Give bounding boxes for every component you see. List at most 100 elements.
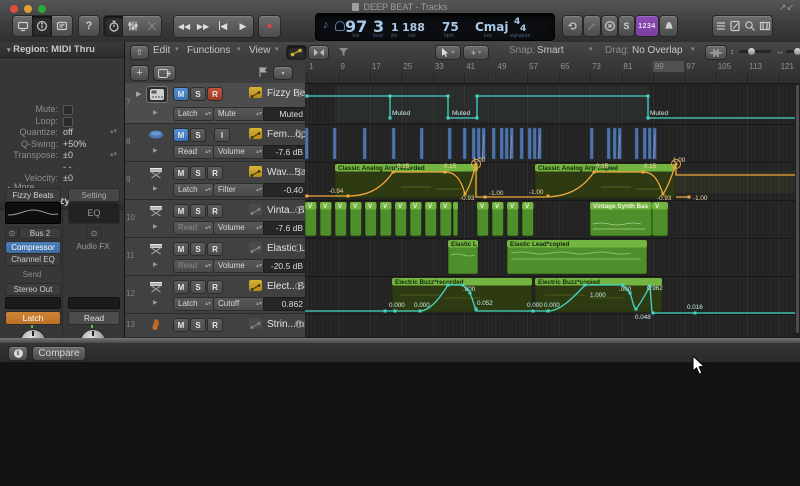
tools-button[interactable] <box>142 15 162 37</box>
drag-menu[interactable]: No Overlap <box>632 45 683 56</box>
audio-transient-bar[interactable] <box>362 127 367 160</box>
horizontal-zoom-thumb[interactable] <box>794 48 800 55</box>
automation-mode-dropdown[interactable]: Latch ▴▾ <box>173 107 214 121</box>
inspector-button[interactable] <box>32 15 53 37</box>
midi-region[interactable]: V <box>349 201 362 237</box>
automation-value[interactable]: 0.862 <box>263 297 307 311</box>
midi-region[interactable]: V <box>506 201 519 237</box>
audio-transient-bar[interactable] <box>606 127 611 160</box>
edit-menu[interactable]: Edit <box>153 45 170 56</box>
automation-lane-disclosure[interactable]: ▶ <box>153 185 158 192</box>
cycle-button[interactable] <box>562 15 583 37</box>
midi-region[interactable]: V <box>304 201 317 237</box>
automation-node[interactable] <box>592 170 596 174</box>
plugin-info-button[interactable]: i <box>8 346 28 361</box>
automation-value[interactable]: Muted <box>263 107 307 121</box>
command-click-tool-menu[interactable]: + ▾ <box>463 45 489 60</box>
replace-button[interactable] <box>601 15 618 37</box>
track-automation-icon[interactable] <box>249 318 262 329</box>
midi-region[interactable]: V <box>394 201 407 237</box>
automation-node[interactable] <box>446 116 450 120</box>
go-to-beginning-button[interactable]: ◀ <box>213 15 234 38</box>
track-header-fizzy-beats[interactable]: 7 ▶ M S R Fizzy Beats ▶ Latch ▴▾ Mute ▴▾ Muted <box>125 83 319 124</box>
record-button[interactable]: ● <box>258 15 281 38</box>
midi-region[interactable]: V <box>491 201 504 237</box>
automation-mode-dropdown[interactable]: Read ▴▾ <box>173 221 214 235</box>
track-header-options-button[interactable]: ▾ <box>273 66 293 80</box>
region-param-value[interactable]: - - <box>63 162 72 172</box>
library-button[interactable] <box>12 15 34 37</box>
automation-node[interactable] <box>383 309 387 313</box>
vertical-zoom-slider[interactable] <box>739 48 771 55</box>
midi-region[interactable] <box>452 201 459 237</box>
track-header-strin-mble[interactable]: 13 M S R Strin...mble <box>125 314 318 338</box>
group-slot-output[interactable] <box>68 297 120 309</box>
autopunch-button[interactable] <box>583 15 601 37</box>
mixer-button[interactable] <box>123 15 143 37</box>
audio-transient-bar[interactable] <box>471 127 476 160</box>
eq-display[interactable] <box>5 202 61 224</box>
midi-region[interactable]: Vintage Synth Bas <box>589 201 653 237</box>
automation-node[interactable] <box>446 94 450 98</box>
track-automation-icon[interactable] <box>249 87 262 98</box>
automation-node[interactable] <box>646 94 650 98</box>
audio-transient-bar[interactable] <box>634 127 639 160</box>
automation-lane-disclosure[interactable]: ▶ <box>153 261 158 268</box>
track-automation-icon[interactable] <box>249 166 262 177</box>
automation-node[interactable] <box>687 195 691 199</box>
duplicate-track-button[interactable] <box>153 65 176 81</box>
region-param-checkbox[interactable] <box>63 116 73 127</box>
automation-node[interactable] <box>474 307 478 311</box>
automation-param-dropdown[interactable]: Volume ▴▾ <box>213 145 265 159</box>
record-enable-button[interactable]: R <box>207 204 223 218</box>
browsers-button[interactable] <box>757 15 773 37</box>
flex-toggle-button[interactable] <box>308 45 329 60</box>
track-automation-icon[interactable] <box>249 280 262 291</box>
automation-node[interactable] <box>475 94 479 98</box>
mute-track-button[interactable]: M <box>173 318 189 332</box>
functions-menu[interactable]: Functions <box>187 45 230 56</box>
view-menu[interactable]: View <box>249 45 271 56</box>
track-on-indicator[interactable] <box>295 168 303 176</box>
filter-button[interactable] <box>335 45 352 58</box>
track-header-fem-bpm[interactable]: 8 M S I Fem...bpm ▶ Read ▴▾ Volume ▴▾ -7.6 dB <box>125 124 315 162</box>
region-param-value[interactable]: ±0 <box>63 173 73 183</box>
smart-controls-button[interactable] <box>52 15 73 37</box>
region-inspector-header[interactable]: ▾ Region: MIDI Thru <box>0 42 124 58</box>
automation-node[interactable] <box>531 309 535 313</box>
track-automation-icon[interactable] <box>249 242 262 253</box>
automation-node[interactable] <box>388 94 392 98</box>
add-track-button[interactable]: + <box>130 65 149 81</box>
horizontal-zoom-slider[interactable] <box>786 48 800 55</box>
output-stereo-out-button[interactable]: Stereo Out <box>5 283 61 296</box>
lcd-display[interactable]: ♪ 97 bar 3 beat 1 div 188 tick 75 bpm Cm… <box>315 13 555 41</box>
automation-mode-dropdown[interactable]: Read ▴▾ <box>173 145 214 159</box>
midi-region[interactable]: Elastic L <box>447 239 479 275</box>
audio-transient-bar[interactable] <box>532 127 537 160</box>
audio-transient-bar[interactable] <box>499 127 504 160</box>
audio-transient-bar[interactable] <box>304 127 309 160</box>
midi-region[interactable]: V <box>319 201 332 237</box>
stepper-icon[interactable]: ▴▾ <box>110 127 117 135</box>
automation-node[interactable] <box>391 170 395 174</box>
midi-region[interactable]: V <box>651 201 669 237</box>
midi-region[interactable]: V <box>379 201 392 237</box>
midi-region[interactable]: V <box>409 201 422 237</box>
automation-node[interactable] <box>483 195 487 199</box>
automation-node[interactable] <box>305 194 309 198</box>
automation-param-dropdown[interactable]: Mute ▴▾ <box>213 107 265 121</box>
insert-channel-eq-button[interactable]: Channel EQ <box>5 253 61 266</box>
compare-button[interactable]: Compare <box>32 346 86 361</box>
track-header-elastic-lead[interactable]: 11 M S R Elastic Lead ▶ Read ▴▾ Volume ▴▾ -20.5 dB <box>125 238 321 276</box>
automation-preset-button[interactable] <box>255 66 270 78</box>
automation-mode-dropdown[interactable]: Latch ▴▾ <box>173 297 214 311</box>
track-on-indicator[interactable] <box>295 89 303 97</box>
forward-button[interactable]: ▶▶ <box>193 15 214 38</box>
automation-lane-disclosure[interactable]: ▶ <box>153 223 158 230</box>
automation-node[interactable] <box>446 283 450 287</box>
audio-transient-bar[interactable] <box>447 127 452 160</box>
audio-transient-bar[interactable] <box>476 127 481 160</box>
solo-track-button[interactable]: S <box>190 166 206 180</box>
automation-node[interactable] <box>634 307 638 311</box>
audio-transient-bar[interactable] <box>491 127 496 160</box>
